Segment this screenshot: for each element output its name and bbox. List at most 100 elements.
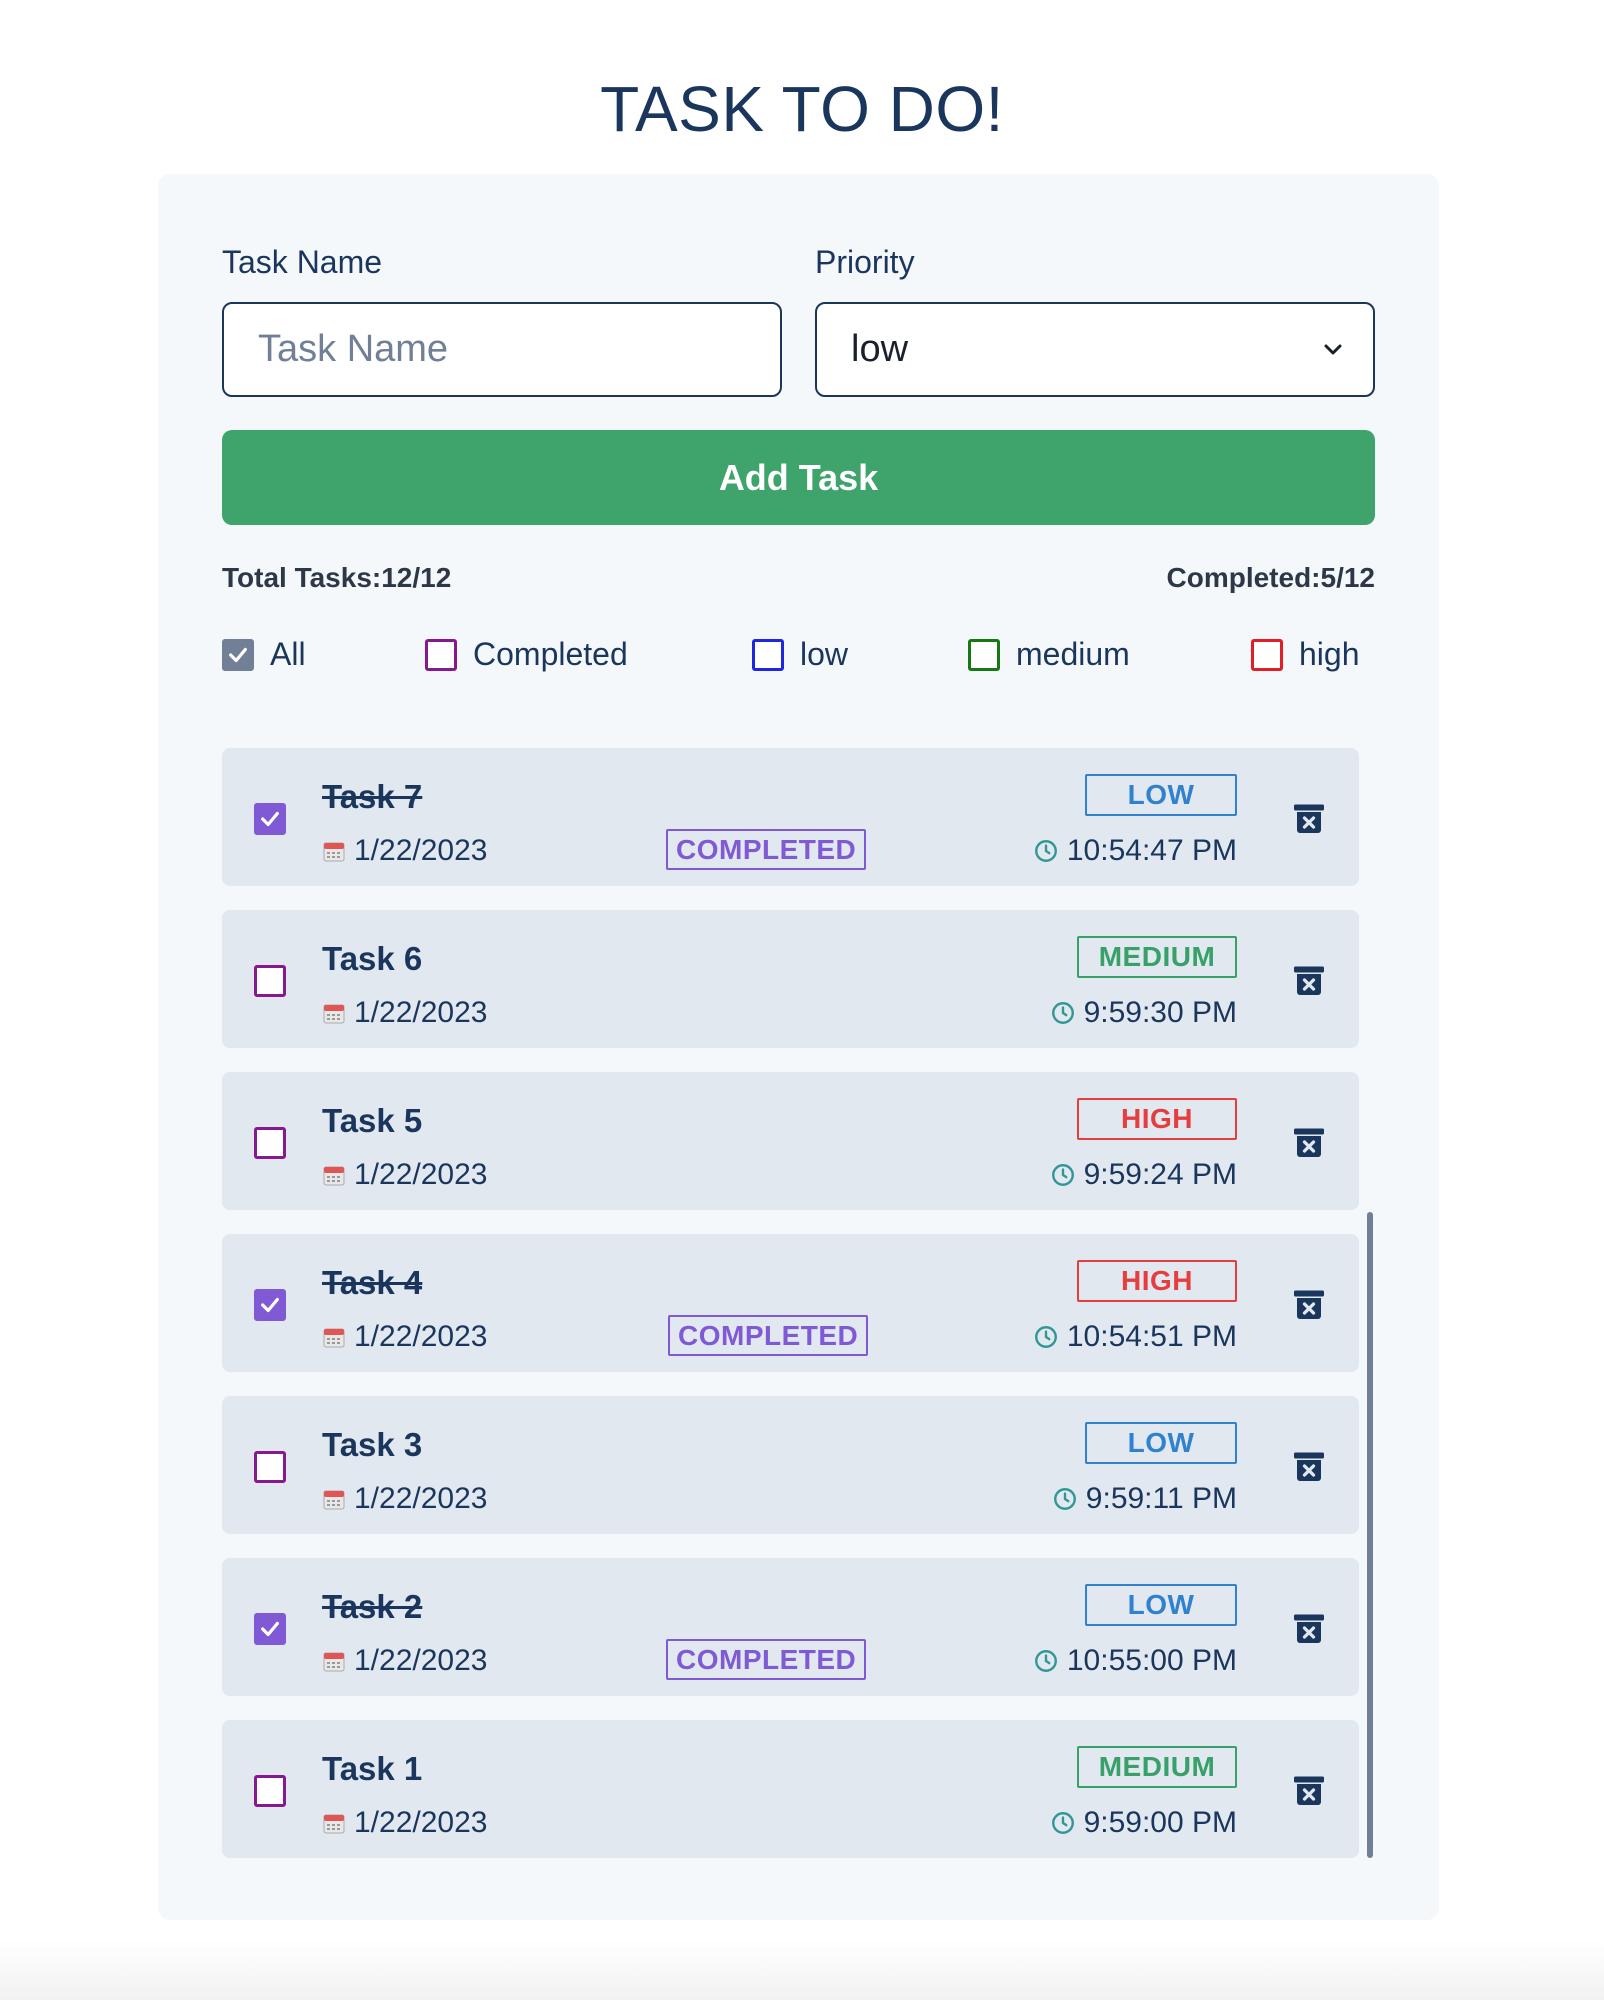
task-date-text: 1/22/2023 [354, 996, 488, 1029]
task-item: Task 3 1/22/2023 LOW 9:59:11 PM [222, 1396, 1359, 1534]
trash-icon[interactable] [1291, 1772, 1327, 1808]
task-time: 9:59:00 PM [1050, 1806, 1237, 1840]
completed-badge: COMPLETED [666, 1639, 867, 1680]
priority-label: Priority [815, 244, 915, 280]
clock-icon [1051, 1164, 1074, 1186]
task-date-text: 1/22/2023 [354, 1158, 488, 1191]
task-time-text: 10:54:47 PM [1066, 834, 1237, 867]
calendar-icon [323, 1004, 345, 1024]
task-complete-checkbox[interactable] [254, 803, 286, 835]
task-name: Task 1 [322, 1750, 423, 1787]
task-date: 1/22/2023 [322, 1644, 487, 1678]
filter-label: high [1299, 636, 1360, 672]
priority-select[interactable]: low [815, 302, 1375, 397]
task-name: Task 5 [322, 1102, 423, 1139]
priority-badge: LOW [1085, 774, 1237, 816]
filter-label: low [800, 636, 849, 672]
page-title: TASK TO DO! [600, 73, 1004, 145]
trash-icon[interactable] [1291, 1610, 1327, 1646]
filter-all[interactable]: All [222, 636, 306, 673]
task-name: Task 6 [322, 940, 423, 977]
calendar-icon [323, 1328, 345, 1348]
filter-label: medium [1016, 636, 1130, 672]
task-name: Task 4 [322, 1264, 423, 1301]
completed-badge: COMPLETED [668, 1315, 869, 1356]
task-time-text: 9:59:00 PM [1083, 1806, 1237, 1839]
task-date-text: 1/22/2023 [354, 834, 488, 867]
filter-checkbox[interactable] [752, 638, 784, 671]
check-icon [261, 1297, 279, 1313]
task-time: 9:59:11 PM [1052, 1482, 1237, 1516]
task-complete-checkbox[interactable] [254, 1289, 286, 1321]
trash-icon[interactable] [1291, 800, 1327, 836]
task-date: 1/22/2023 [322, 1158, 487, 1192]
calendar-icon [323, 1652, 345, 1672]
check-icon [261, 1621, 279, 1637]
trash-icon[interactable] [1291, 1124, 1327, 1160]
check-icon [261, 811, 279, 827]
calendar-icon [323, 1814, 345, 1834]
task-date: 1/22/2023 [322, 834, 487, 868]
priority-badge: MEDIUM [1077, 1746, 1237, 1788]
task-name: Task 3 [322, 1426, 423, 1463]
task-time-text: 9:59:24 PM [1083, 1158, 1237, 1191]
task-complete-checkbox[interactable] [254, 1613, 286, 1645]
scrollbar[interactable] [1367, 1212, 1373, 1858]
task-date-text: 1/22/2023 [354, 1644, 488, 1677]
task-date: 1/22/2023 [322, 996, 487, 1030]
trash-icon[interactable] [1291, 962, 1327, 998]
task-complete-checkbox[interactable] [254, 965, 286, 997]
priority-badge: LOW [1085, 1584, 1237, 1626]
filter-label: Completed [473, 636, 628, 672]
task-complete-checkbox[interactable] [254, 1451, 286, 1483]
filter-high[interactable]: high [1251, 636, 1360, 673]
task-name: Task 7 [322, 778, 423, 815]
total-tasks-stat: Total Tasks:12/12 [222, 562, 452, 593]
task-name: Task 2 [322, 1588, 423, 1625]
task-complete-checkbox[interactable] [254, 1127, 286, 1159]
task-time: 10:55:00 PM [1033, 1644, 1237, 1678]
task-time: 9:59:30 PM [1050, 996, 1237, 1030]
trash-icon[interactable] [1291, 1286, 1327, 1322]
task-date-text: 1/22/2023 [354, 1320, 488, 1353]
clock-icon [1034, 1326, 1057, 1348]
trash-icon[interactable] [1291, 1448, 1327, 1484]
task-name-label: Task Name [222, 244, 383, 280]
task-complete-checkbox[interactable] [254, 1775, 286, 1807]
completed-stat: Completed:5/12 [1166, 562, 1376, 593]
completed-badge: COMPLETED [666, 829, 867, 870]
task-item: Task 5 1/22/2023 HIGH 9:59:24 PM [222, 1072, 1359, 1210]
filter-checkbox[interactable] [425, 638, 457, 671]
task-name-input[interactable] [222, 302, 782, 397]
filter-checkbox[interactable] [1251, 638, 1283, 671]
filter-label: All [270, 636, 306, 672]
task-time-text: 10:55:00 PM [1066, 1644, 1237, 1677]
task-time-text: 9:59:11 PM [1085, 1482, 1237, 1515]
task-item: Task 4 1/22/2023 COMPLETED HIGH 10:54:51 PM [222, 1234, 1359, 1372]
clock-icon [1034, 1650, 1057, 1672]
priority-badge: MEDIUM [1077, 936, 1237, 978]
task-item: Task 1 1/22/2023 MEDIUM 9:59:00 PM [222, 1720, 1359, 1858]
calendar-icon [323, 1166, 345, 1186]
task-time: 10:54:51 PM [1033, 1320, 1237, 1354]
priority-badge: LOW [1085, 1422, 1237, 1464]
calendar-icon [323, 842, 345, 862]
task-date: 1/22/2023 [322, 1482, 487, 1516]
filter-completed[interactable]: Completed [425, 636, 628, 673]
filter-medium[interactable]: medium [968, 636, 1130, 673]
clock-icon [1051, 1002, 1074, 1024]
task-date: 1/22/2023 [322, 1806, 487, 1840]
task-item: Task 6 1/22/2023 MEDIUM 9:59:30 PM [222, 910, 1359, 1048]
task-time-text: 10:54:51 PM [1066, 1320, 1237, 1353]
priority-badge: HIGH [1077, 1098, 1237, 1140]
task-date-text: 1/22/2023 [354, 1482, 488, 1515]
filter-low[interactable]: low [752, 636, 848, 673]
clock-icon [1051, 1812, 1074, 1834]
priority-badge: HIGH [1077, 1260, 1237, 1302]
task-time-text: 9:59:30 PM [1083, 996, 1237, 1029]
add-task-button[interactable]: Add Task [222, 430, 1375, 525]
clock-icon [1034, 840, 1057, 862]
filter-checkbox[interactable] [968, 638, 1000, 671]
task-item: Task 2 1/22/2023 COMPLETED LOW 10:55:00 PM [222, 1558, 1359, 1696]
filter-checkbox[interactable] [222, 638, 254, 671]
